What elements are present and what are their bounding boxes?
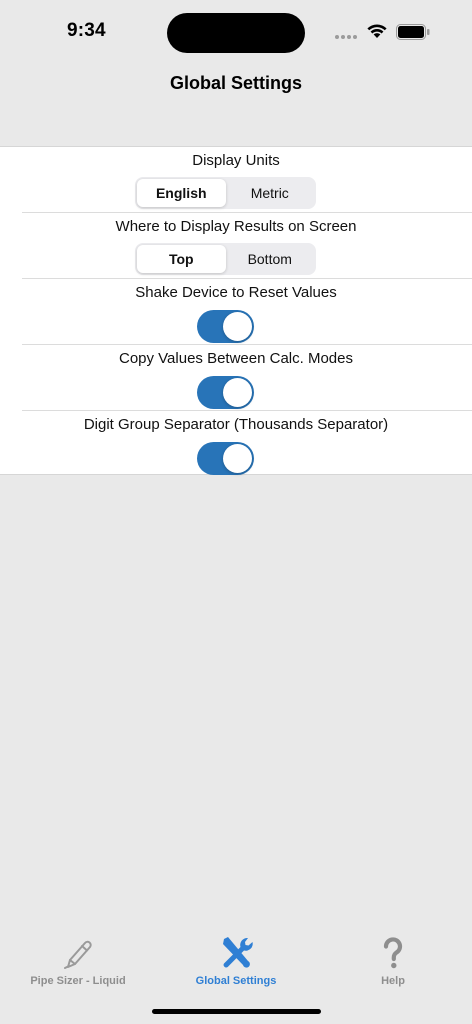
tools-icon	[223, 937, 253, 968]
display-units-row: Display Units English Metric	[0, 147, 472, 213]
tab-pipe-sizer-label: Pipe Sizer - Liquid	[30, 975, 126, 987]
page-title: Global Settings	[169, 73, 302, 93]
shake-reset-row: Shake Device to Reset Values	[0, 279, 472, 345]
digit-separator-row: Digit Group Separator (Thousands Separat…	[0, 411, 472, 477]
segment-english[interactable]: English	[137, 179, 226, 207]
battery-icon	[396, 24, 430, 40]
copy-values-label: Copy Values Between Calc. Modes	[118, 350, 353, 367]
pencil-icon	[64, 940, 92, 969]
status-time: 9:34	[67, 20, 106, 41]
shake-reset-label: Shake Device to Reset Values	[135, 284, 337, 301]
tab-help[interactable]: Help	[328, 936, 458, 987]
results-position-segmented-control[interactable]: Top Bottom	[135, 243, 316, 275]
shake-reset-toggle[interactable]	[197, 310, 254, 343]
results-position-label: Where to Display Results on Screen	[115, 218, 357, 235]
toggle-knob	[223, 444, 252, 473]
tab-pipe-sizer-liquid[interactable]: Pipe Sizer - Liquid	[13, 936, 143, 987]
tab-global-settings[interactable]: Global Settings	[171, 936, 301, 987]
segment-top[interactable]: Top	[137, 245, 226, 273]
settings-list: Display Units English Metric Where to Di…	[0, 146, 472, 475]
question-mark-icon	[383, 937, 403, 969]
cellular-signal-icon	[335, 35, 357, 39]
digit-separator-label: Digit Group Separator (Thousands Separat…	[83, 416, 389, 433]
wifi-icon	[367, 24, 387, 38]
dynamic-island	[167, 13, 305, 53]
tab-help-label: Help	[381, 975, 405, 987]
screen: 9:34 Global Settings Display Units Engli…	[0, 0, 472, 1024]
copy-values-toggle[interactable]	[197, 376, 254, 409]
results-position-row: Where to Display Results on Screen Top B…	[0, 213, 472, 279]
digit-separator-toggle[interactable]	[197, 442, 254, 475]
display-units-label: Display Units	[192, 152, 280, 169]
segment-bottom[interactable]: Bottom	[226, 245, 315, 273]
home-indicator	[152, 1009, 321, 1014]
tab-global-settings-label: Global Settings	[195, 975, 277, 987]
toggle-knob	[223, 312, 252, 341]
copy-values-row: Copy Values Between Calc. Modes	[0, 345, 472, 411]
display-units-segmented-control[interactable]: English Metric	[135, 177, 316, 209]
toggle-knob	[223, 378, 252, 407]
segment-metric[interactable]: Metric	[226, 179, 315, 207]
